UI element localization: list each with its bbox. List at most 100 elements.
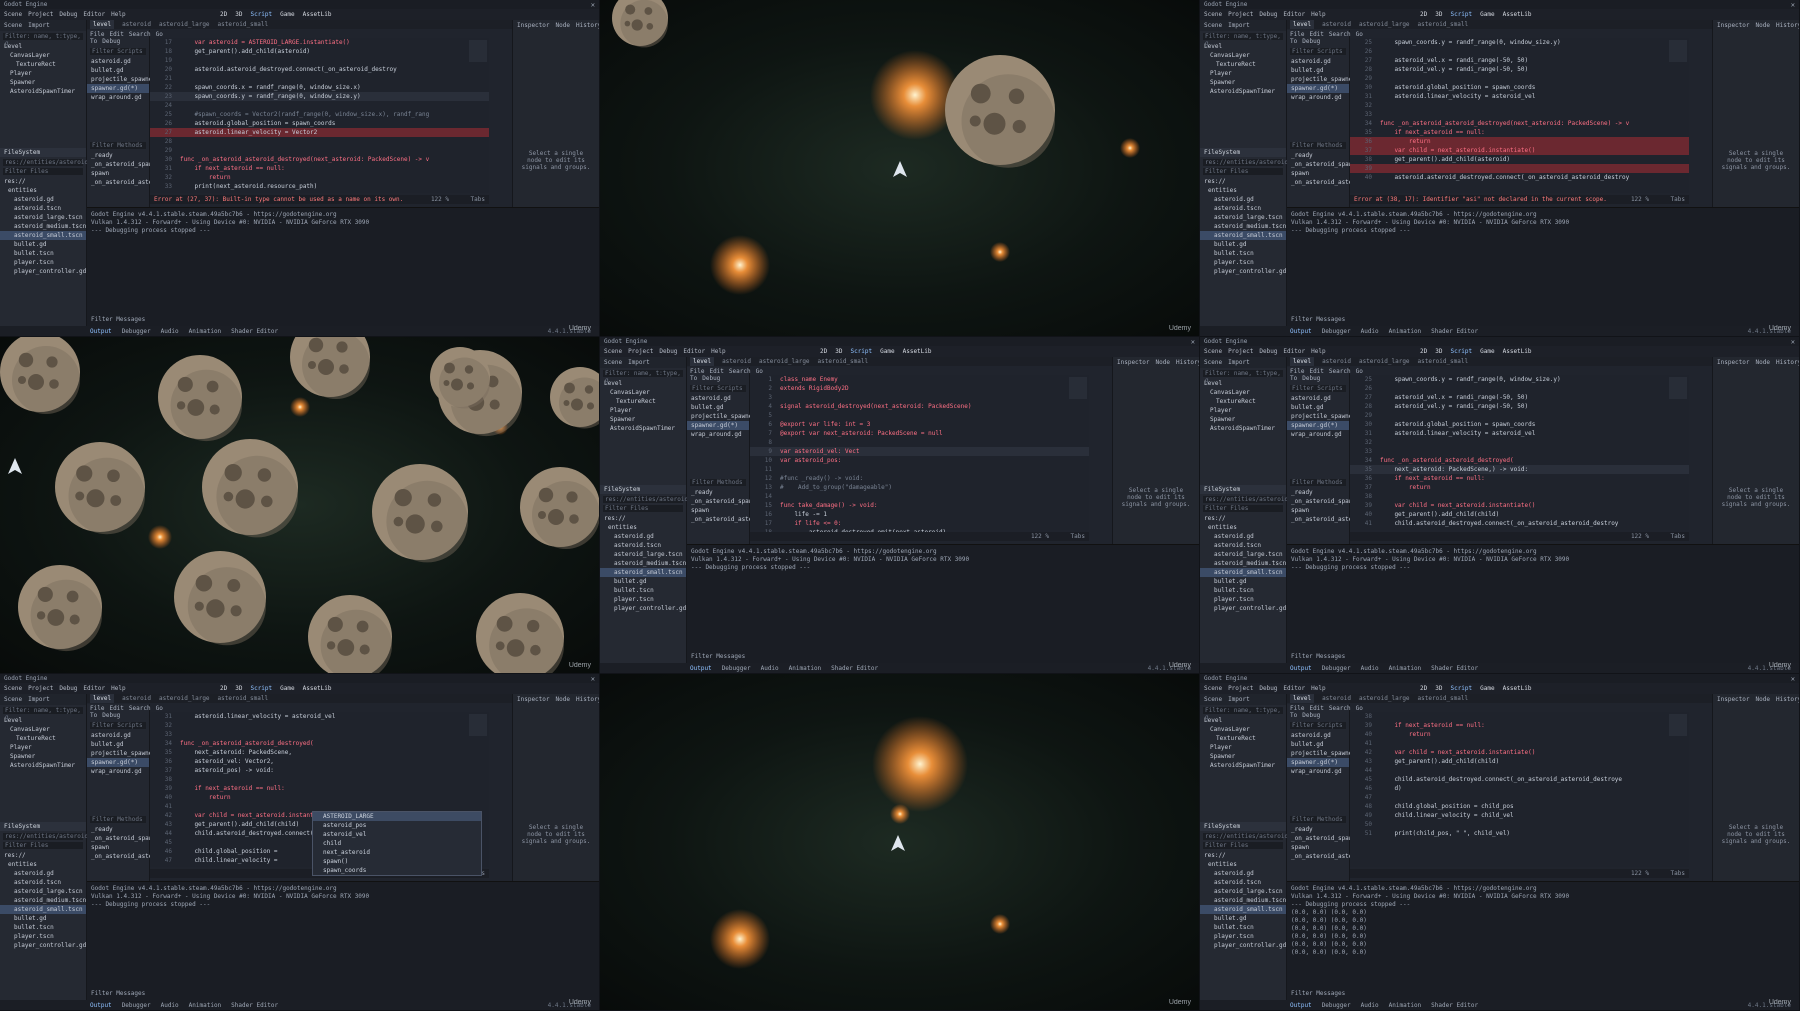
workspace-tab[interactable]: 2D <box>1420 685 1427 692</box>
file-tab[interactable]: asteroid_large <box>159 20 210 29</box>
workspace-tab[interactable]: 3D <box>1435 11 1442 18</box>
editor-menu-item[interactable]: Edit <box>1309 368 1323 375</box>
workspace-tab[interactable]: AssetLib <box>1503 685 1532 692</box>
indent-mode[interactable]: Tabs <box>471 195 485 204</box>
method-item[interactable]: _on_asteroid_asteroid_des <box>1287 178 1381 187</box>
file-item[interactable]: bullet.tscn <box>0 249 86 258</box>
bottom-tab[interactable]: Animation <box>1389 1002 1422 1009</box>
editor-menu-item[interactable]: File <box>690 368 704 375</box>
code-editor[interactable]: 1 class_name Enemy 2 extends RigidBody2D 3 4 s… <box>750 375 1089 536</box>
scene-filter-input[interactable]: Filter: name, t:type, g <box>1203 33 1283 47</box>
file-item[interactable]: asteroid.tscn <box>1200 878 1286 887</box>
indent-mode[interactable]: Tabs <box>1671 532 1685 541</box>
script-item[interactable]: bullet.gd <box>87 740 149 749</box>
scene-tree-item[interactable]: TextureRect <box>600 397 686 406</box>
script-item[interactable]: spawner.gd(*) <box>1287 421 1349 430</box>
editor-menu-item[interactable]: Edit <box>1309 31 1323 38</box>
scene-tree-item[interactable]: CanvasLayer <box>0 725 86 734</box>
file-tab[interactable]: asteroid_large <box>1359 20 1410 29</box>
scene-tree-item[interactable]: Level <box>0 42 86 51</box>
method-item[interactable]: _on_asteroid_asteroid_des <box>87 178 181 187</box>
bottom-tab[interactable]: Debugger <box>722 665 751 672</box>
script-item[interactable]: bullet.gd <box>687 403 749 412</box>
menu-item[interactable]: Debug <box>659 348 677 355</box>
file-item[interactable]: entities <box>1200 186 1286 195</box>
scene-tree-item[interactable]: Player <box>600 406 686 415</box>
file-tab[interactable]: asteroid <box>1322 20 1351 29</box>
file-item[interactable]: asteroid_large.tscn <box>1200 887 1286 896</box>
inspector-tab[interactable]: Inspector <box>1117 359 1150 366</box>
workspace-tab[interactable]: 2D <box>1420 11 1427 18</box>
code-line[interactable]: 39 var child = next_asteroid.instantiate… <box>1350 501 1689 510</box>
code-line[interactable]: 51 print(child_pos, " ", child_vel) <box>1350 829 1689 838</box>
filter-messages-input[interactable]: Filter Messages <box>1291 653 1345 661</box>
file-item[interactable]: player.tscn <box>0 258 86 267</box>
workspace-tab[interactable]: Script <box>250 685 272 692</box>
editor-menu-item[interactable]: Search <box>729 368 751 375</box>
code-line[interactable]: 28 <box>150 137 489 146</box>
bottom-tab[interactable]: Animation <box>189 328 222 335</box>
workspace-tab[interactable]: AssetLib <box>303 11 332 18</box>
scene-tree-item[interactable]: TextureRect <box>0 734 86 743</box>
filter-methods-input[interactable]: Filter Methods <box>1290 479 1346 486</box>
filter-messages-input[interactable]: Filter Messages <box>691 653 745 661</box>
code-line[interactable]: 40 return <box>150 793 489 802</box>
code-line[interactable]: 32 <box>1350 101 1689 110</box>
file-item[interactable]: asteroid.tscn <box>600 541 686 550</box>
file-tab[interactable]: asteroid_large <box>159 694 210 703</box>
filter-messages-input[interactable]: Filter Messages <box>1291 990 1345 998</box>
filter-files-input[interactable]: Filter Files <box>1203 842 1283 849</box>
filter-files-input[interactable]: Filter Files <box>3 842 83 849</box>
code-line[interactable]: 46 d) <box>1350 784 1689 793</box>
editor-menu-item[interactable]: File <box>1290 705 1304 712</box>
code-line[interactable]: 39 if next_asteroid == null: <box>1350 721 1689 730</box>
code-line[interactable]: 3 <box>750 393 1089 402</box>
bottom-tab[interactable]: Shader Editor <box>231 1002 278 1009</box>
file-item[interactable]: res:// <box>1200 177 1286 186</box>
file-item[interactable]: bullet.tscn <box>1200 249 1286 258</box>
filesystem-path[interactable]: res://entities/asteroid_sm <box>3 159 99 166</box>
code-line[interactable]: 49 child.linear_velocity = child_vel <box>1350 811 1689 820</box>
file-item[interactable]: asteroid.gd <box>0 195 86 204</box>
code-editor[interactable]: 25 spawn_coords.y = randf_range(0, windo… <box>1350 375 1689 530</box>
file-item[interactable]: entities <box>1200 523 1286 532</box>
script-item[interactable]: spawner.gd(*) <box>87 84 149 93</box>
close-icon[interactable]: ✕ <box>1791 338 1795 346</box>
script-item[interactable]: wrap_around.gd <box>1287 93 1349 102</box>
dock-tab[interactable]: Scene <box>604 359 622 366</box>
code-line[interactable]: 44 <box>1350 766 1689 775</box>
method-item[interactable]: _ready <box>87 825 149 834</box>
bottom-tab[interactable]: Shader Editor <box>231 328 278 335</box>
game-canvas[interactable] <box>0 337 599 673</box>
script-item[interactable]: projectile_spawner.gd <box>1287 749 1367 758</box>
autocomplete-popup[interactable]: ASTEROID_LARGE asteroid_pos asteroid_vel ch… <box>312 811 482 876</box>
script-item[interactable]: wrap_around.gd <box>87 93 149 102</box>
menu-item[interactable]: Debug <box>1259 685 1277 692</box>
bottom-tab[interactable]: Debugger <box>1322 328 1351 335</box>
code-line[interactable]: 27 asteroid_vel.x = randi_range(-50, 50) <box>1350 56 1689 65</box>
filter-scripts-input[interactable]: Filter Scripts <box>1290 385 1346 392</box>
code-line[interactable]: 10 var asteroid_pos: <box>750 456 1089 465</box>
file-item[interactable]: asteroid.tscn <box>0 878 86 887</box>
code-line[interactable]: 37 return <box>1350 483 1689 492</box>
game-view-2[interactable]: Udemy <box>0 337 599 673</box>
code-line[interactable]: 11 <box>750 465 1089 474</box>
code-line[interactable]: 29 <box>150 146 489 155</box>
code-line[interactable]: 41 child.asteroid_destroyed.connect(_on_… <box>1350 519 1689 528</box>
indent-mode[interactable]: Tabs <box>1671 869 1685 878</box>
filesystem-path[interactable]: res://entities/asteroid_sm <box>1203 833 1299 840</box>
file-item[interactable]: asteroid_large.tscn <box>600 550 686 559</box>
file-item[interactable]: player_controller.gd <box>600 604 686 613</box>
code-line[interactable]: 34 func _on_asteroid_asteroid_destroyed( <box>150 739 489 748</box>
file-item[interactable]: player_controller.gd <box>1200 604 1286 613</box>
file-item[interactable]: asteroid.gd <box>0 869 86 878</box>
dock-tab[interactable]: Import <box>28 22 50 29</box>
editor-menu-item[interactable]: File <box>1290 31 1304 38</box>
workspace-tab[interactable]: 3D <box>835 348 842 355</box>
editor-menu-item[interactable]: Edit <box>1309 705 1323 712</box>
code-line[interactable]: 4 signal asteroid_destroyed(next_asteroid… <box>750 402 1089 411</box>
bottom-tab[interactable]: Shader Editor <box>1431 1002 1478 1009</box>
bottom-tab[interactable]: Output <box>90 1002 112 1009</box>
bottom-tab[interactable]: Animation <box>1389 665 1422 672</box>
code-line[interactable]: 30 asteroid.global_position = spawn_coor… <box>1350 83 1689 92</box>
